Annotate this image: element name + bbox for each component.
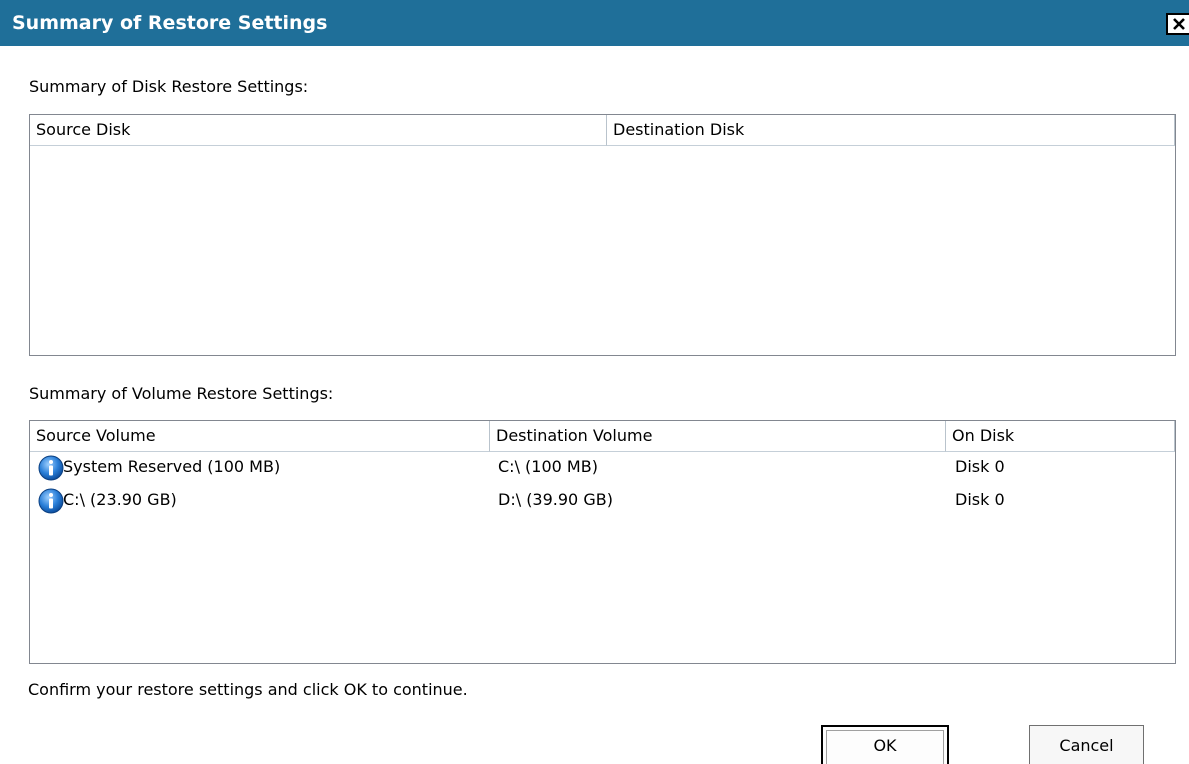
close-icon [1172,18,1185,30]
destination-volume-cell: C:\ (100 MB) [498,457,598,476]
disk-restore-list[interactable]: Source Disk Destination Disk [29,114,1176,356]
disk-list-header: Source Disk Destination Disk [30,115,1175,146]
info-icon [38,455,64,481]
column-destination-volume[interactable]: Destination Volume [490,421,946,452]
info-icon [38,488,64,514]
volume-restore-list[interactable]: Source Volume Destination Volume On Disk… [29,420,1176,664]
title-bar: Summary of Restore Settings [0,0,1189,46]
column-destination-disk[interactable]: Destination Disk [607,115,1175,146]
table-row[interactable]: C:\ (23.90 GB) D:\ (39.90 GB) Disk 0 [38,487,1168,517]
ok-button-label: OK [873,736,897,755]
volume-list-header: Source Volume Destination Volume On Disk [30,421,1175,452]
on-disk-cell: Disk 0 [955,457,1005,476]
confirmation-message: Confirm your restore settings and click … [28,680,468,699]
ok-button[interactable]: OK [821,725,949,764]
on-disk-cell: Disk 0 [955,490,1005,509]
cancel-button[interactable]: Cancel [1029,725,1144,764]
cancel-button-label: Cancel [1059,735,1114,755]
source-volume-cell: C:\ (23.90 GB) [63,490,177,509]
column-on-disk[interactable]: On Disk [946,421,1175,452]
column-source-volume[interactable]: Source Volume [30,421,490,452]
disk-section-label: Summary of Disk Restore Settings: [29,77,309,96]
column-source-disk[interactable]: Source Disk [30,115,607,146]
source-volume-cell: System Reserved (100 MB) [63,457,281,476]
close-button[interactable] [1166,13,1189,35]
destination-volume-cell: D:\ (39.90 GB) [498,490,613,509]
volume-section-label: Summary of Volume Restore Settings: [29,384,334,403]
window-title: Summary of Restore Settings [12,12,328,34]
table-row[interactable]: System Reserved (100 MB) C:\ (100 MB) Di… [38,454,1168,484]
